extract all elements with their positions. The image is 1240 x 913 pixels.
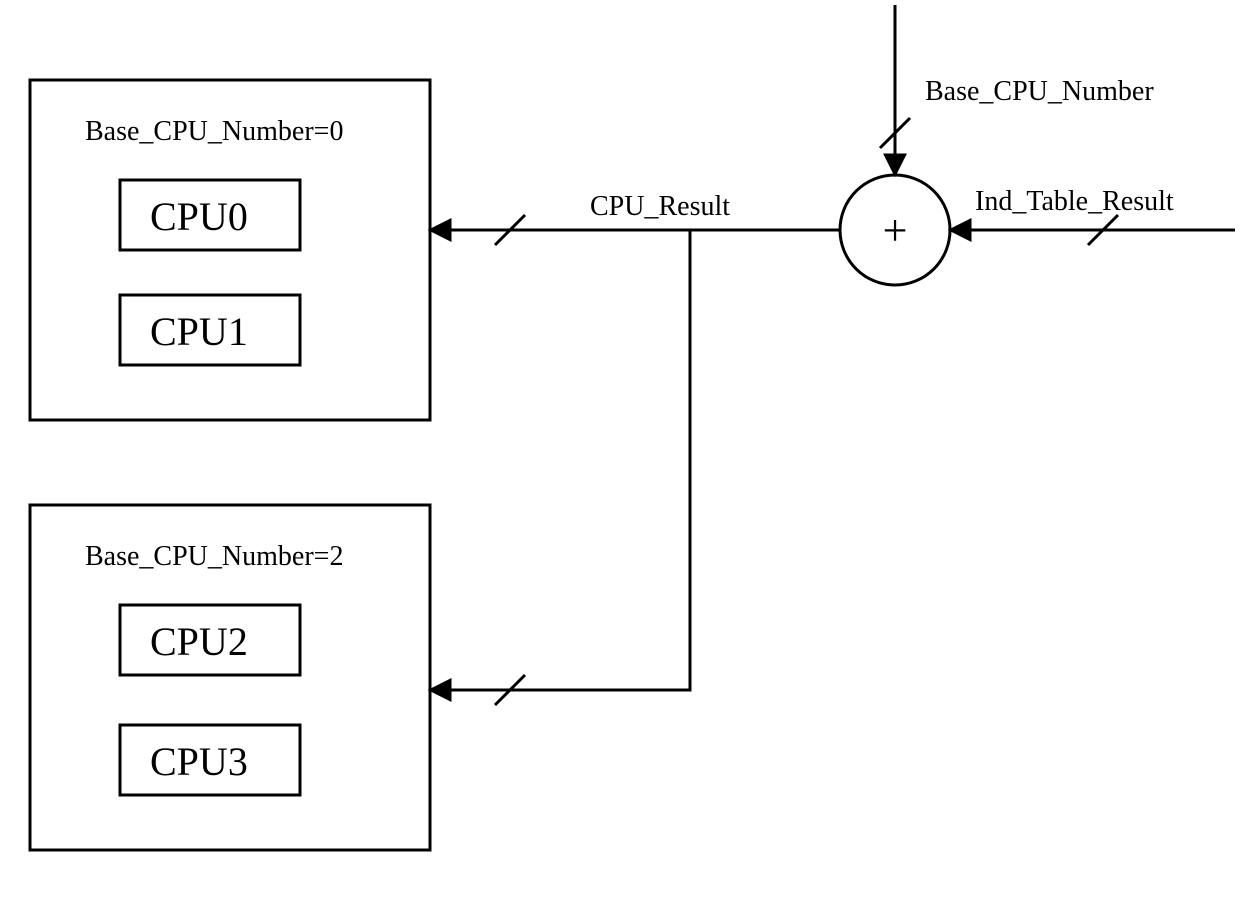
wire-cpu-result-bottom xyxy=(430,230,690,705)
cpu-group-0-header: Base_CPU_Number=0 xyxy=(85,116,343,147)
wire-ind-table-result: Ind_Table_Result xyxy=(950,186,1235,245)
cpu1-label: CPU1 xyxy=(150,309,248,354)
label-ind-table-result: Ind_Table_Result xyxy=(975,186,1174,217)
wire-cpu-result-top: CPU_Result xyxy=(430,191,840,245)
cpu-group-0: Base_CPU_Number=0 CPU0 CPU1 xyxy=(30,80,430,420)
cpu3-block: CPU3 xyxy=(120,725,300,795)
cpu-group-2-header: Base_CPU_Number=2 xyxy=(85,541,343,572)
cpu1-block: CPU1 xyxy=(120,295,300,365)
wire-base-cpu-number: Base_CPU_Number xyxy=(880,5,1154,175)
label-cpu-result: CPU_Result xyxy=(590,191,730,222)
cpu0-block: CPU0 xyxy=(120,180,300,250)
cpu2-block: CPU2 xyxy=(120,605,300,675)
label-base-cpu-number: Base_CPU_Number xyxy=(925,76,1154,107)
cpu3-label: CPU3 xyxy=(150,739,248,784)
adder-node: + xyxy=(840,175,950,285)
adder-symbol: + xyxy=(883,206,908,255)
diagram-canvas: Base_CPU_Number=0 CPU0 CPU1 Base_CPU_Num… xyxy=(0,0,1240,913)
cpu2-label: CPU2 xyxy=(150,619,248,664)
cpu-group-2: Base_CPU_Number=2 CPU2 CPU3 xyxy=(30,505,430,850)
cpu0-label: CPU0 xyxy=(150,194,248,239)
